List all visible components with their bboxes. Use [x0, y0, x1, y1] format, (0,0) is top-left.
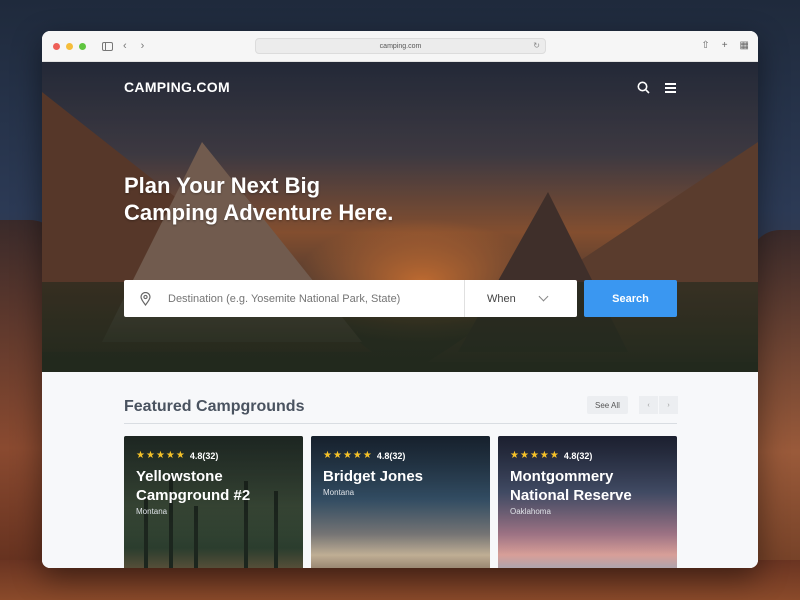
- star-icon: ★: [519, 450, 529, 461]
- card-location: Montana: [136, 507, 168, 516]
- star-icon: ★: [342, 450, 352, 461]
- section-title: Featured Campgrounds: [124, 398, 305, 415]
- campground-card[interactable]: ★ ★ ★ ★ ★ 4.8(32) Montgommery National Reser…: [498, 436, 677, 568]
- star-icon: ★: [155, 450, 165, 461]
- when-dropdown[interactable]: When: [465, 291, 569, 305]
- star-icon: ★: [323, 450, 332, 461]
- star-icon: ★: [529, 450, 539, 461]
- star-icon: ★: [352, 450, 362, 461]
- card-location: Oaklahoma: [510, 507, 551, 516]
- reload-icon[interactable]: ↻: [533, 41, 540, 50]
- address-bar[interactable]: camping.com ↻: [255, 38, 546, 54]
- maximize-window-button[interactable]: [79, 42, 86, 50]
- chevron-down-icon: [538, 291, 549, 302]
- share-icon[interactable]: ⇧: [701, 40, 709, 51]
- search-button[interactable]: Search: [584, 280, 677, 317]
- carousel-pager: ‹ ›: [638, 396, 678, 414]
- featured-section: Featured Campgrounds See All ‹ › ★ ★ ★ ★ ★ 4…: [42, 372, 758, 568]
- star-icon: ★: [539, 450, 549, 461]
- close-window-button[interactable]: [53, 42, 60, 50]
- campground-card[interactable]: ★ ★ ★ ★ ★ 4.8(32) Yellowstone Campground #2 …: [124, 436, 303, 568]
- window-controls: [53, 42, 86, 50]
- carousel-next-button[interactable]: ›: [659, 396, 678, 414]
- card-rating: ★ ★ ★ ★ ★ 4.8(32): [323, 450, 406, 462]
- card-rating: ★ ★ ★ ★ ★ 4.8(32): [136, 450, 219, 462]
- browser-titlebar: ‹ › camping.com ↻ ⇧ + ▦: [42, 31, 758, 62]
- section-divider: [124, 423, 677, 424]
- rating-text: 4.8(32): [376, 451, 406, 461]
- star-icon: ★: [175, 450, 185, 461]
- carousel-prev-button[interactable]: ‹: [639, 396, 658, 414]
- site-logo[interactable]: CAMPING.COM: [124, 79, 230, 95]
- star-icon: ★: [362, 450, 372, 461]
- card-rating: ★ ★ ★ ★ ★ 4.8(32): [510, 450, 593, 462]
- star-icon: ★: [145, 450, 155, 461]
- tabs-icon[interactable]: ▦: [740, 40, 749, 51]
- campground-card[interactable]: ★ ★ ★ ★ ★ 4.8(32) Bridget Jones Montana: [311, 436, 490, 568]
- address-url: camping.com: [379, 42, 422, 50]
- card-location: Montana: [323, 488, 355, 497]
- menu-icon[interactable]: [665, 83, 676, 93]
- rating-text: 4.8(32): [563, 451, 593, 461]
- star-icon: ★: [510, 450, 519, 461]
- star-icon: ★: [549, 450, 559, 461]
- hero-headline-line: Camping Adventure Here.: [124, 200, 394, 225]
- card-title: Yellowstone Campground #2: [136, 468, 251, 504]
- back-icon[interactable]: ‹: [123, 40, 127, 52]
- new-tab-icon[interactable]: +: [722, 40, 728, 51]
- search-icon[interactable]: [637, 81, 650, 99]
- toolbar-right: ⇧ + ▦: [701, 40, 749, 51]
- star-icon: ★: [136, 450, 145, 461]
- hero-headline: Plan Your Next Big Camping Adventure Her…: [124, 172, 393, 226]
- hero-headline-line: Plan Your Next Big: [124, 173, 321, 198]
- star-icon: ★: [332, 450, 342, 461]
- search-bar: When: [124, 280, 577, 317]
- forward-icon[interactable]: ›: [141, 40, 145, 52]
- location-pin-icon: [140, 291, 168, 306]
- when-label: When: [487, 292, 516, 305]
- minimize-window-button[interactable]: [66, 42, 73, 50]
- card-title: Bridget Jones: [323, 468, 424, 485]
- card-title: Montgommery National Reserve: [510, 468, 632, 504]
- hero-section: CAMPING.COM Plan Your Next Big Camping A…: [42, 62, 758, 372]
- rating-text: 4.8(32): [189, 451, 219, 461]
- destination-input[interactable]: [168, 280, 464, 317]
- sidebar-icon[interactable]: [102, 41, 113, 51]
- browser-window: ‹ › camping.com ↻ ⇧ + ▦ CAMPING.COM Plan…: [42, 31, 758, 568]
- star-icon: ★: [165, 450, 175, 461]
- see-all-button[interactable]: See All: [587, 396, 628, 414]
